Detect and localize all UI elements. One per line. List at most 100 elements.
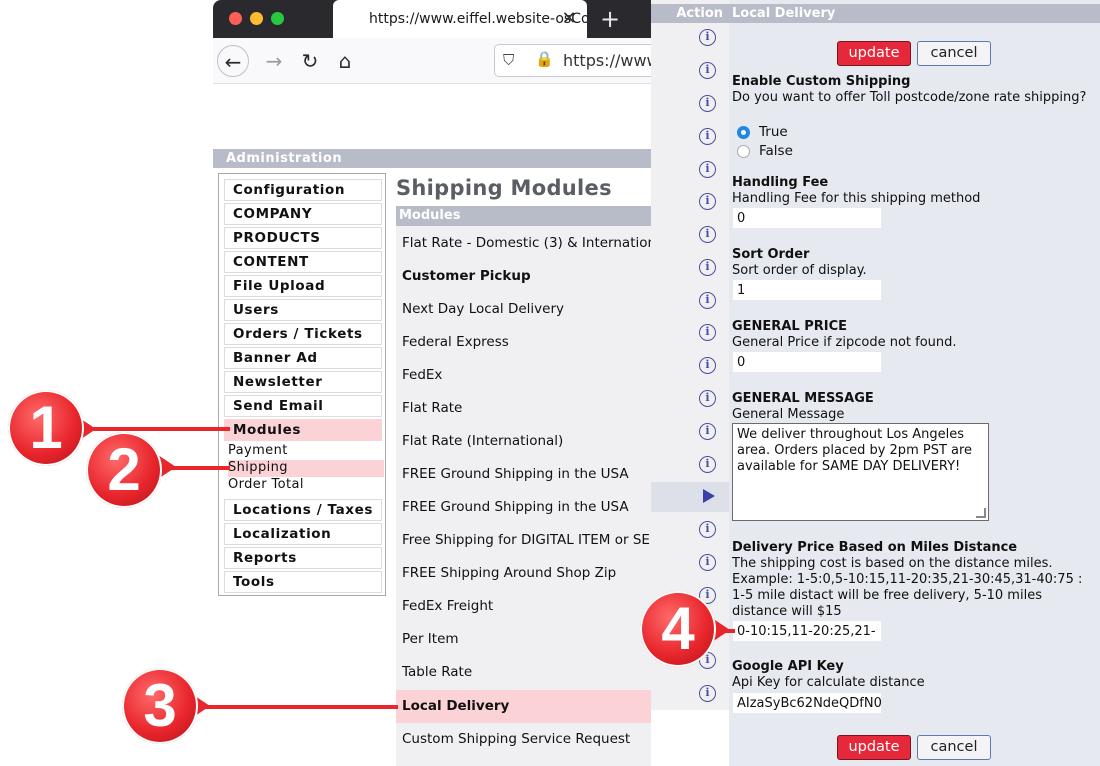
cancel-button[interactable]: cancel <box>917 41 991 66</box>
browser-window: https://www.eiffel.website-osCo ✕ + ← → … <box>213 0 664 145</box>
menu-item-tools[interactable]: Tools <box>224 571 382 593</box>
module-row-federal-express[interactable]: Federal Express <box>396 326 651 359</box>
modules-column-header: Modules <box>396 206 651 226</box>
window-zoom-dot[interactable] <box>271 12 284 25</box>
module-row-fedex[interactable]: FedEx <box>396 359 651 392</box>
menu-item-configuration[interactable]: Configuration <box>224 179 382 201</box>
general-price-input[interactable]: 0 <box>732 351 882 373</box>
general-message-textarea[interactable]: We deliver throughout Los Angeles area. … <box>732 423 989 521</box>
radio-true-label: True <box>759 124 788 140</box>
info-icon[interactable]: i <box>699 128 716 145</box>
handling-fee-desc: Handling Fee for this shipping method <box>732 191 981 206</box>
bottom-button-row: update cancel <box>837 735 997 761</box>
info-icon[interactable]: i <box>699 521 716 538</box>
callout-badge-4: 4 <box>640 591 716 667</box>
module-row-flat-rate[interactable]: Flat Rate <box>396 392 651 425</box>
menu-item-send-email[interactable]: Send Email <box>224 395 382 417</box>
module-row-table-rate[interactable]: Table Rate <box>396 656 651 689</box>
general-message-desc: General Message <box>732 407 845 422</box>
info-icon[interactable]: i <box>699 456 716 473</box>
update-button[interactable]: update <box>837 41 911 66</box>
handling-fee-input[interactable]: 0 <box>732 207 882 229</box>
reload-icon[interactable]: ↻ <box>293 45 327 77</box>
back-arrow-icon[interactable]: ← <box>217 45 249 77</box>
info-icon[interactable]: i <box>699 161 716 178</box>
menu-item-products[interactable]: PRODUCTS <box>224 227 382 249</box>
menu-item-banner-ad[interactable]: Banner Ad <box>224 347 382 369</box>
window-minimize-dot[interactable] <box>250 12 263 25</box>
menu-item-users[interactable]: Users <box>224 299 382 321</box>
miles-distance-input[interactable]: 0-10:15,11-20:25,21- <box>732 620 882 642</box>
module-row-free-ground-1[interactable]: FREE Ground Shipping in the USA <box>396 458 651 491</box>
sort-order-title: Sort Order <box>732 247 810 262</box>
home-icon[interactable]: ⌂ <box>328 45 362 77</box>
sort-order-input[interactable]: 1 <box>732 279 882 301</box>
info-icon[interactable]: i <box>699 357 716 374</box>
enable-shipping-title: Enable Custom Shipping <box>732 74 911 89</box>
google-api-key-title: Google API Key <box>732 659 844 674</box>
info-icon[interactable]: i <box>699 292 716 309</box>
radio-false-button[interactable] <box>737 145 750 158</box>
submenu-item-payment[interactable]: Payment <box>228 443 384 460</box>
submenu-item-shipping[interactable]: Shipping <box>228 460 384 477</box>
info-icon[interactable]: i <box>699 95 716 112</box>
update-button[interactable]: update <box>837 735 911 760</box>
module-row-per-item[interactable]: Per Item <box>396 623 651 656</box>
menu-item-newsletter[interactable]: Newsletter <box>224 371 382 393</box>
module-row-customer-pickup[interactable]: Customer Pickup <box>396 260 651 293</box>
forward-arrow-icon[interactable]: → <box>257 45 291 77</box>
lock-icon[interactable]: 🔒 <box>535 50 554 68</box>
info-icon[interactable]: i <box>699 324 716 341</box>
radio-true-button[interactable] <box>737 126 750 139</box>
menu-item-locations-taxes[interactable]: Locations / Taxes <box>224 499 382 521</box>
callout-3-line <box>184 705 398 709</box>
info-icon[interactable]: i <box>699 259 716 276</box>
cancel-button[interactable]: cancel <box>917 735 991 760</box>
page-title: Shipping Modules <box>396 176 612 200</box>
module-row-flat-rate-international[interactable]: Flat Rate (International) <box>396 425 651 458</box>
module-row-free-ground-2[interactable]: FREE Ground Shipping in the USA <box>396 491 651 524</box>
submenu-item-order-total[interactable]: Order Total <box>228 477 384 494</box>
module-row-local-delivery[interactable]: Local Delivery <box>396 690 651 723</box>
menu-item-content[interactable]: CONTENT <box>224 251 382 273</box>
modules-list: Modules Flat Rate - Domestic (3) & Inter… <box>396 206 651 766</box>
google-api-key-input[interactable]: AIzaSyBc62NdeQDfN0 <box>732 692 882 714</box>
menu-item-modules[interactable]: Modules <box>224 419 382 441</box>
menu-item-orders-tickets[interactable]: Orders / Tickets <box>224 323 382 345</box>
callout-badge-1: 1 <box>8 390 84 466</box>
browser-tab-title: https://www.eiffel.website-osCo <box>369 11 587 27</box>
handling-fee-title: Handling Fee <box>732 175 829 190</box>
menu-item-localization[interactable]: Localization <box>224 523 382 545</box>
module-row-fedex-freight[interactable]: FedEx Freight <box>396 590 651 623</box>
info-icon[interactable]: i <box>699 193 716 210</box>
module-row-flat-rate-domestic[interactable]: Flat Rate - Domestic (3) & International <box>396 227 651 260</box>
sort-order-desc: Sort order of display. <box>732 263 867 278</box>
shield-icon[interactable]: ⛉ <box>503 51 514 69</box>
menu-item-company[interactable]: COMPANY <box>224 203 382 225</box>
general-price-title: GENERAL PRICE <box>732 319 847 334</box>
module-row-next-day-local-delivery[interactable]: Next Day Local Delivery <box>396 293 651 326</box>
tab-close-icon[interactable]: ✕ <box>559 8 579 30</box>
browser-tab[interactable]: https://www.eiffel.website-osCo <box>333 0 587 38</box>
info-icon[interactable]: i <box>699 29 716 46</box>
info-icon[interactable]: i <box>699 554 716 571</box>
info-icon[interactable]: i <box>699 685 716 702</box>
browser-tab-bar: https://www.eiffel.website-osCo ✕ + <box>213 0 651 38</box>
general-message-text: We deliver throughout Los Angeles area. … <box>737 427 973 474</box>
address-bar[interactable]: ⛉ 🔒 https://www. <box>494 44 664 77</box>
menu-item-file-upload[interactable]: File Upload <box>224 275 382 297</box>
info-icon[interactable]: i <box>699 62 716 79</box>
selected-row-marker <box>651 482 729 512</box>
module-row-free-shop-zip[interactable]: FREE Shipping Around Shop Zip <box>396 557 651 590</box>
module-row-custom-shipping[interactable]: Custom Shipping Service Request <box>396 723 651 756</box>
window-close-dot[interactable] <box>229 12 242 25</box>
general-price-desc: General Price if zipcode not found. <box>732 335 957 350</box>
resize-grip-icon[interactable] <box>976 508 986 518</box>
play-arrow-icon <box>703 489 715 503</box>
info-icon[interactable]: i <box>699 423 716 440</box>
info-icon[interactable]: i <box>699 226 716 243</box>
module-row-free-digital[interactable]: Free Shipping for DIGITAL ITEM or SERVIC… <box>396 524 651 557</box>
info-icon[interactable]: i <box>699 390 716 407</box>
new-tab-icon[interactable]: + <box>598 5 622 33</box>
menu-item-reports[interactable]: Reports <box>224 547 382 569</box>
